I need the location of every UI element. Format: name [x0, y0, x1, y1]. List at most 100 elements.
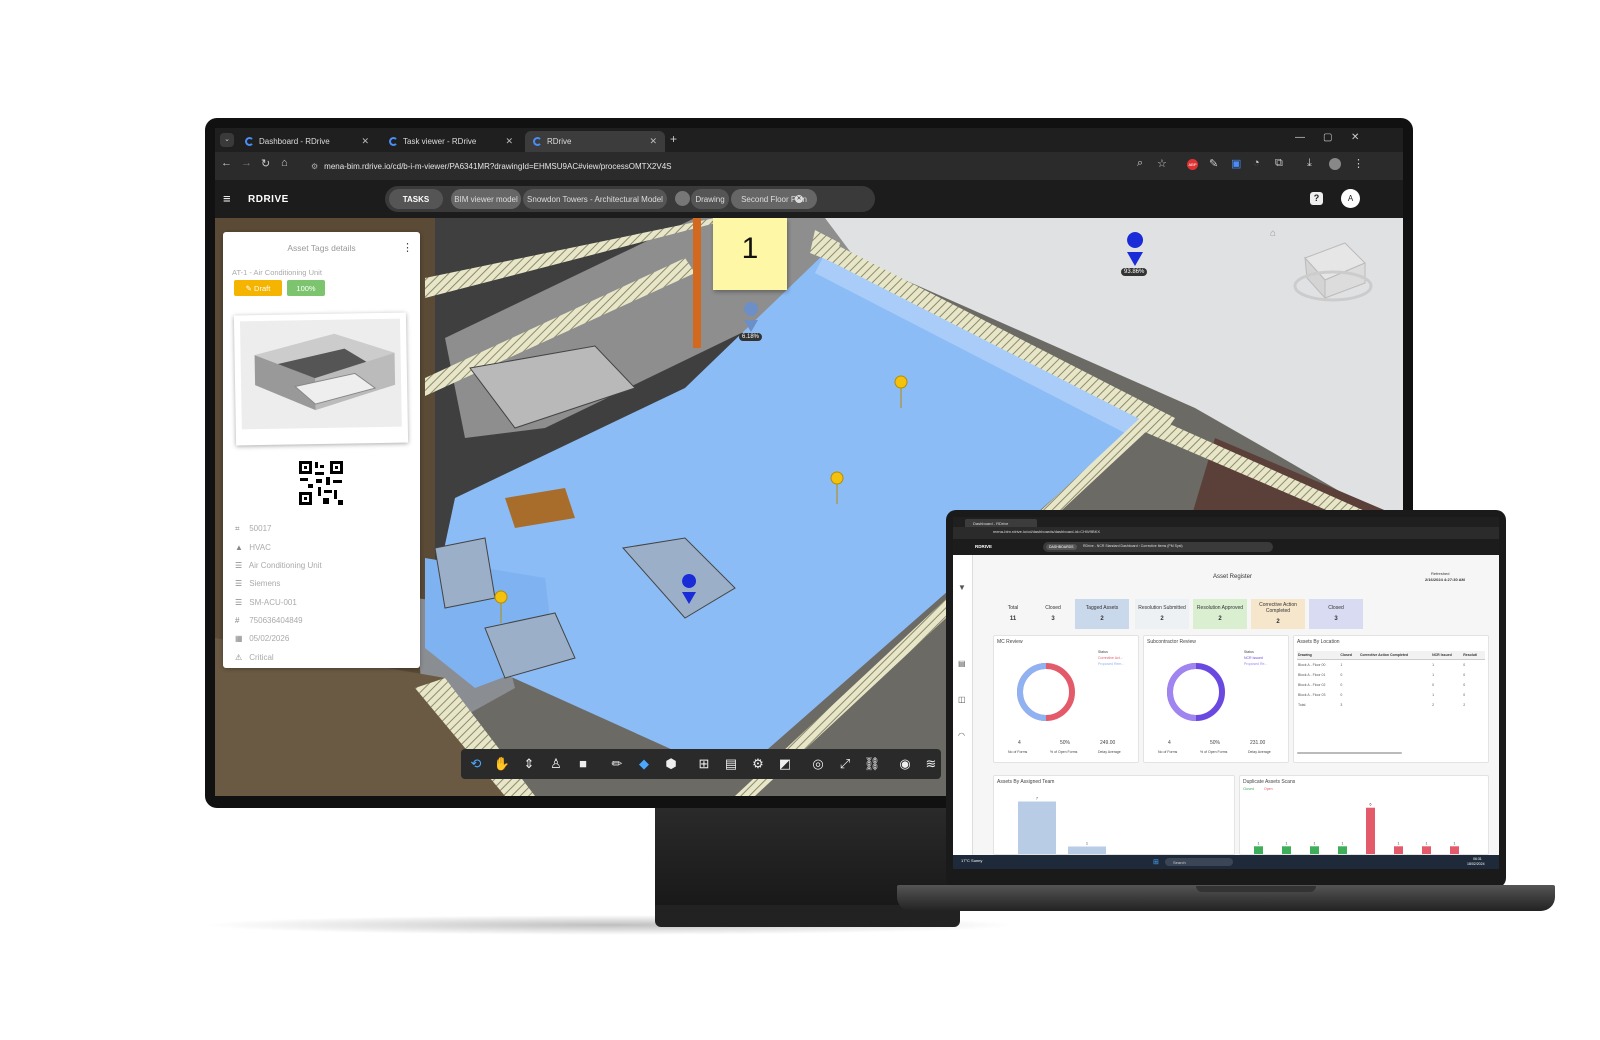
table-cell: Block A - Floor 01 — [1298, 673, 1326, 677]
weather-widget[interactable]: 17°C Sunny — [961, 858, 982, 863]
stat-card[interactable]: Closed 3 — [1309, 599, 1363, 629]
chart-bar — [1366, 807, 1375, 854]
report-icon[interactable]: ▤ — [958, 659, 966, 668]
new-tab-button[interactable]: + — [670, 132, 677, 146]
tab-search-button[interactable]: ⌄ — [220, 133, 234, 147]
extension-icon[interactable]: ◔ — [1253, 157, 1260, 169]
table-row[interactable]: Block A - Floor 01 0 1 0 — [1297, 670, 1485, 680]
stat-card[interactable]: Total 11 — [995, 599, 1031, 629]
card-title: MC Review — [997, 639, 1023, 645]
eyedropper-extension-icon[interactable]: ✎ — [1209, 157, 1218, 170]
table-row[interactable]: Block A - Floor 03 0 1 0 — [1297, 690, 1485, 700]
stat-card[interactable]: Corrective Action Completed 2 — [1251, 599, 1305, 629]
properties-icon[interactable]: ▤ — [720, 753, 742, 775]
visibility-eye-icon[interactable]: ◉ — [894, 753, 916, 775]
browser-menu-icon[interactable]: ⋮ — [1353, 157, 1364, 170]
section-plane-icon[interactable]: ◆ — [633, 753, 655, 775]
table-cell: 0 — [1340, 693, 1343, 697]
pan-hand-icon[interactable]: ✋ — [491, 753, 513, 775]
browser-tab-rdrive[interactable]: RDrive ✕ — [525, 131, 665, 152]
download-icon[interactable]: ⤓ — [1307, 157, 1312, 170]
asset-photo[interactable] — [233, 312, 409, 446]
zoom-tool-icon[interactable]: ⇕ — [518, 753, 540, 775]
qr-code-icon[interactable] — [298, 460, 344, 506]
bookmark-star-icon[interactable]: ☆ — [1157, 157, 1167, 170]
legend-item: Closed — [1243, 787, 1254, 791]
laptop-address-bar: mena-bim.rdrive.io/cd/dashboards/dashboa… — [953, 527, 1499, 539]
explode-model-icon[interactable]: ⬢ — [660, 753, 682, 775]
user-avatar[interactable]: A — [1341, 189, 1360, 208]
model-browser-icon[interactable]: ⊞ — [693, 753, 715, 775]
minimize-icon[interactable]: — — [1295, 132, 1305, 143]
subcontractor-donut — [1167, 663, 1225, 721]
stat-card[interactable]: Resolution Approved 2 — [1193, 599, 1247, 629]
close-tab-icon[interactable]: ✕ — [649, 136, 657, 147]
breadcrumb-drawing-value[interactable]: Second Floor Plan — [731, 189, 817, 209]
home-icon[interactable]: ⌂ — [281, 157, 288, 169]
puzzle-extensions-icon[interactable]: ⧉ — [1275, 157, 1283, 170]
asset-tags-panel: Asset Tags details ⋮ AT-1 - Air Conditio… — [223, 232, 420, 668]
close-tab-icon[interactable]: ✕ — [505, 136, 513, 147]
taskbar-search[interactable]: Search — [1165, 858, 1233, 866]
laptop-screen: Dashboard - RDrive mena-bim.rdrive.io/cd… — [953, 517, 1499, 869]
stat-card[interactable]: Resolution Submitted 2 — [1135, 599, 1189, 629]
zoom-icon[interactable]: ⌕ — [1137, 157, 1143, 170]
table-cell: 0 — [1463, 663, 1466, 667]
tasks-button[interactable]: TASKS — [389, 189, 443, 209]
profile-avatar-icon[interactable] — [1329, 158, 1341, 170]
fullscreen-icon[interactable]: ⤢ — [834, 753, 856, 775]
focus-icon[interactable]: ◎ — [807, 753, 829, 775]
maximize-icon[interactable]: ▢ — [1323, 132, 1332, 143]
measure-icon[interactable]: ✏ — [606, 753, 628, 775]
property-row: ☰ Air Conditioning Unit — [235, 561, 322, 570]
translate-extension-icon[interactable]: ▣ — [1231, 157, 1241, 170]
back-arrow-icon[interactable]: ← — [221, 157, 232, 169]
breadcrumb-model-label[interactable]: BIM viewer model — [451, 189, 521, 209]
table-row[interactable]: Block A - Floor 02 0 0 0 — [1297, 680, 1485, 690]
breadcrumb-model-value[interactable]: Snowdon Towers - Architectural Model — [523, 189, 667, 209]
reload-icon[interactable]: ↻ — [261, 157, 270, 170]
table-row[interactable]: Total 3 2 2 — [1297, 700, 1485, 710]
dashboards-button[interactable]: DASHBOARDS — [1046, 544, 1077, 550]
property-row: # 750636404849 — [235, 616, 303, 625]
dashboard-icon[interactable]: ◠ — [958, 731, 965, 740]
chart-icon[interactable]: ◫ — [958, 695, 966, 704]
hamburger-menu-icon[interactable]: ≡ — [223, 191, 231, 206]
laptop-breadcrumb-path[interactable]: RDrive - NCR Standard Dashboard › Correc… — [1083, 544, 1183, 548]
link-icon[interactable]: ⛓ — [861, 753, 883, 775]
sticky-note[interactable]: 1 — [713, 218, 787, 290]
team-bar-chart: 71 — [1018, 797, 1106, 854]
windows-start-icon[interactable]: ⊞ — [1153, 858, 1159, 866]
clear-drawing-icon[interactable]: ✕ — [795, 195, 803, 203]
settings-gear-icon[interactable]: ⚙ — [747, 753, 769, 775]
filter-icon[interactable]: ▼ — [958, 583, 966, 592]
horizontal-scrollbar[interactable] — [1297, 752, 1402, 754]
laptop-tab-bar: Dashboard - RDrive — [953, 517, 1499, 527]
metric-value: 231.00 — [1250, 740, 1266, 746]
adblock-extension-icon[interactable]: ABP — [1187, 159, 1198, 170]
close-window-icon[interactable]: ✕ — [1351, 132, 1359, 143]
site-info-icon[interactable]: ⚙ — [311, 162, 318, 171]
metric-label: No of Forms — [1008, 750, 1028, 754]
orbit-tool-icon[interactable]: ⟲ — [465, 753, 487, 775]
breadcrumb-drawing-label[interactable]: Drawing — [691, 189, 729, 209]
first-person-icon[interactable]: ♙ — [545, 753, 567, 775]
help-icon[interactable]: ? — [1310, 192, 1323, 205]
forward-arrow-icon[interactable]: → — [241, 157, 252, 169]
url-field[interactable]: ⚙ mena-bim.rdrive.io/cd/b-i-m-viewer/PA63… — [303, 155, 1063, 177]
browser-tab-dashboard[interactable]: Dashboard - RDrive ✕ — [237, 131, 377, 152]
minimap-icon[interactable]: ◩ — [774, 753, 796, 775]
laptop-url[interactable]: mena-bim.rdrive.io/cd/dashboards/dashboa… — [993, 529, 1100, 534]
camera-icon[interactable]: ■ — [572, 753, 594, 775]
layers-icon[interactable]: ≋ — [920, 753, 942, 775]
browser-tab-task-viewer[interactable]: Task viewer - RDrive ✕ — [381, 131, 521, 152]
url-text: mena-bim.rdrive.io/cd/b-i-m-viewer/PA634… — [324, 162, 672, 171]
home-view-icon[interactable]: ⌂ — [1270, 228, 1276, 239]
stat-card[interactable]: Tagged Assets 2 — [1075, 599, 1129, 629]
laptop-tab[interactable]: Dashboard - RDrive — [965, 519, 1037, 527]
close-tab-icon[interactable]: ✕ — [361, 136, 369, 147]
table-row[interactable]: Block A - Floor 00 1 1 0 — [1297, 660, 1485, 671]
stat-card[interactable]: Closed 3 — [1035, 599, 1071, 629]
more-options-icon[interactable]: ⋮ — [402, 241, 413, 254]
table-cell: 0 — [1463, 693, 1466, 697]
